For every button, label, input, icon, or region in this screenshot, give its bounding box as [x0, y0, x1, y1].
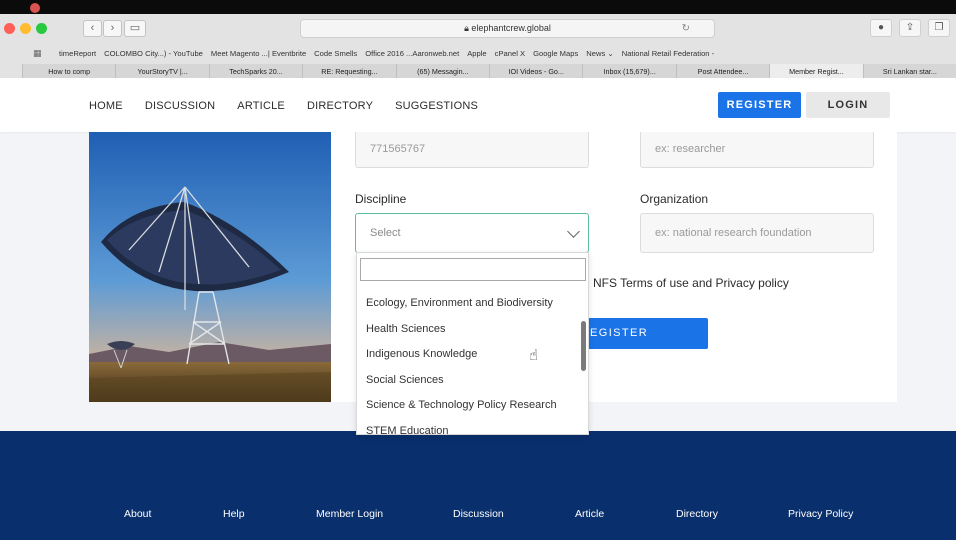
organization-label: Organization [640, 192, 709, 206]
apps-grid-icon[interactable]: ▦ [33, 48, 51, 59]
organization-field[interactable]: ex: national research foundation [640, 213, 874, 253]
footer-link-member-login[interactable]: Member Login [316, 508, 383, 520]
site-footer: About Help Member Login Discussion Artic… [0, 431, 956, 540]
main-nav: HOME DISCUSSION ARTICLE DIRECTORY SUGGES… [89, 100, 478, 112]
dropdown-option[interactable]: Indigenous Knowledge [357, 342, 579, 368]
share-icon[interactable]: ⇪ [899, 19, 921, 37]
discipline-dropdown: Ecology, Environment and Biodiversity He… [356, 252, 589, 435]
footer-link-help[interactable]: Help [223, 508, 245, 520]
back-button[interactable]: ‹ [83, 20, 102, 37]
dropdown-options: Ecology, Environment and Biodiversity He… [357, 291, 579, 435]
nav-home[interactable]: HOME [89, 100, 123, 112]
dropdown-search-input[interactable] [360, 258, 586, 281]
header-register-button[interactable]: REGISTER [718, 92, 801, 118]
minimize-window-icon[interactable] [20, 23, 31, 34]
maximize-window-icon[interactable] [36, 23, 47, 34]
terms-text[interactable]: NFS Terms of use and Privacy policy [593, 276, 789, 290]
close-window-icon[interactable] [4, 23, 15, 34]
nav-article[interactable]: ARTICLE [237, 100, 285, 112]
footer-link-article[interactable]: Article [575, 508, 604, 520]
bookmark-item[interactable]: Meet Magento ...| Eventbrite [211, 49, 306, 58]
bookmark-item[interactable]: COLOMBO City...) - YouTube [104, 49, 203, 58]
app-icon [30, 3, 40, 13]
radio-telescope-image [89, 132, 331, 402]
footer-link-about[interactable]: About [124, 508, 151, 520]
bookmark-item[interactable]: Office 2016 ...Aaronweb.net [365, 49, 459, 58]
profession-field[interactable]: ex: researcher [640, 132, 874, 168]
discipline-label: Discipline [355, 192, 407, 206]
download-icon[interactable]: ● [870, 19, 892, 37]
bookmark-item[interactable]: Google Maps [533, 49, 578, 58]
header-login-button[interactable]: LOGIN [806, 92, 890, 118]
phone-field[interactable]: 771565767 [355, 132, 589, 168]
reload-icon[interactable]: ↻ [682, 20, 690, 37]
window-controls [4, 23, 47, 34]
url-text: elephantcrew.global [471, 23, 551, 33]
tabs-overview-icon[interactable]: ❐ [928, 19, 950, 37]
forward-button[interactable]: › [103, 20, 122, 37]
dropdown-option[interactable]: Social Sciences [357, 368, 579, 394]
dropdown-option[interactable]: Ecology, Environment and Biodiversity [357, 291, 579, 317]
dropdown-option[interactable]: Health Sciences [357, 317, 579, 343]
bookmark-item[interactable]: News ⌄ [586, 49, 613, 58]
site-header: HOME DISCUSSION ARTICLE DIRECTORY SUGGES… [0, 78, 956, 132]
address-bar[interactable]: 🔒︎ elephantcrew.global ↻ [300, 19, 715, 38]
bookmark-item[interactable]: Code Smells [314, 49, 357, 58]
dropdown-scrollbar[interactable] [581, 321, 586, 371]
bookmark-item[interactable]: cPanel X [495, 49, 525, 58]
discipline-selected-value: Select [370, 227, 401, 239]
discipline-select[interactable]: Select [355, 213, 589, 253]
bookmark-item[interactable]: National Retail Federation - [622, 49, 714, 58]
nav-discussion[interactable]: DISCUSSION [145, 100, 215, 112]
dropdown-option[interactable]: STEM Education [357, 419, 579, 435]
screen: ‹ › ▭ 🔒︎ elephantcrew.global ↻ ● ⇪ ❐ ▦ t… [0, 0, 956, 540]
dropdown-option[interactable]: Science & Technology Policy Research [357, 393, 579, 419]
nav-suggestions[interactable]: SUGGESTIONS [395, 100, 478, 112]
nav-directory[interactable]: DIRECTORY [307, 100, 373, 112]
bookmarks-bar: ▦ timeReport COLOMBO City...) - YouTube … [0, 44, 956, 62]
bookmark-item[interactable]: Apple [467, 49, 486, 58]
footer-link-directory[interactable]: Directory [676, 508, 718, 520]
footer-link-discussion[interactable]: Discussion [453, 508, 504, 520]
form-register-button[interactable]: EGISTER [587, 318, 708, 349]
chevron-down-icon [567, 225, 580, 238]
hand-cursor-icon: ☝ [529, 347, 539, 364]
top-black-bar [0, 0, 956, 14]
sidebar-toggle-icon[interactable]: ▭ [124, 20, 146, 37]
bookmark-item[interactable]: timeReport [59, 49, 96, 58]
footer-link-privacy-policy[interactable]: Privacy Policy [788, 508, 853, 520]
